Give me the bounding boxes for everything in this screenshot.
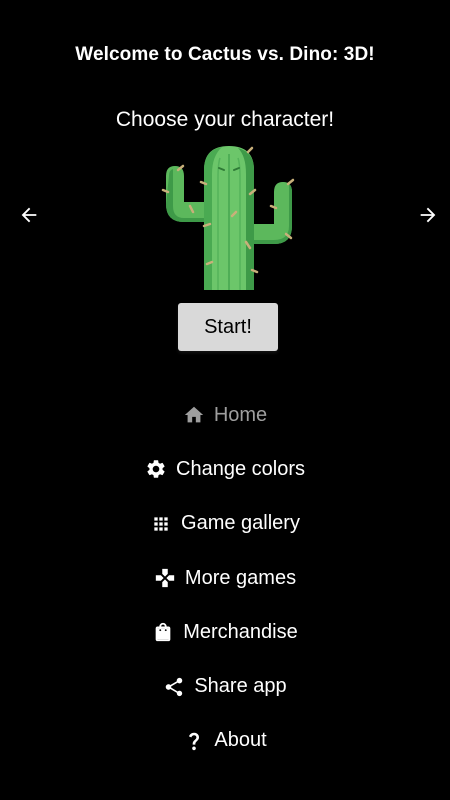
gamepad-icon xyxy=(154,567,176,589)
menu-item-home[interactable]: Home xyxy=(0,388,450,442)
menu-item-label: More games xyxy=(184,566,297,589)
character-prompt: Choose your character! xyxy=(115,108,335,131)
menu-item-change-colors[interactable]: Change colors xyxy=(0,442,450,496)
menu-item-game-gallery[interactable]: Game gallery xyxy=(0,497,450,551)
arrow-left-icon xyxy=(21,207,37,223)
menu-item-label: Home xyxy=(213,403,268,426)
arrow-right-icon xyxy=(420,207,436,223)
grid-icon xyxy=(150,513,172,535)
menu-item-about[interactable]: About xyxy=(0,714,450,768)
gear-icon xyxy=(145,458,167,480)
main-menu: Home Change colors Game gallery More gam… xyxy=(0,388,450,768)
menu-item-share-app[interactable]: Share app xyxy=(0,659,450,713)
menu-item-label: Share app xyxy=(194,675,287,698)
menu-item-merchandise[interactable]: Merchandise xyxy=(0,605,450,659)
menu-item-label: Game gallery xyxy=(181,512,300,535)
page-title: Welcome to Cactus vs. Dino: 3D! xyxy=(75,44,375,65)
menu-item-more-games[interactable]: More games xyxy=(0,551,450,605)
home-icon xyxy=(183,404,205,426)
shopping-bag-icon xyxy=(152,621,174,643)
menu-item-label: Change colors xyxy=(176,457,305,480)
question-icon xyxy=(183,730,205,752)
cactus-icon xyxy=(161,146,295,290)
menu-item-label: About xyxy=(214,729,267,752)
share-icon xyxy=(163,676,185,698)
next-character-button[interactable] xyxy=(413,200,443,230)
menu-item-label: Merchandise xyxy=(183,620,298,643)
previous-character-button[interactable] xyxy=(14,200,44,230)
start-button[interactable]: Start! xyxy=(178,303,278,351)
